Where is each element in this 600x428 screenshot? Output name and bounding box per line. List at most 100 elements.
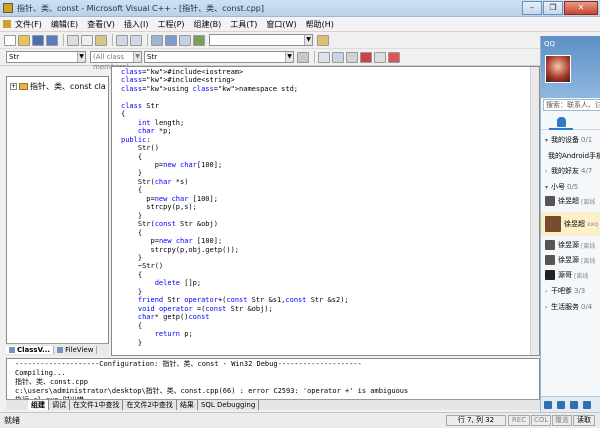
restore-button[interactable]: ❐ [543,1,563,15]
contacts-icon[interactable] [557,117,566,127]
source-code[interactable]: class="kw">#include<iostream> class="kw"… [112,67,539,347]
qq-panel: QQ 搜索：联系人、讨论组 ▾我的设备0/1 我的Android手机 ›我的好友… [540,36,600,412]
members-combo[interactable]: (All class members)▼ [90,51,142,71]
toolbar-divider [314,51,315,63]
output-icon[interactable] [165,34,177,46]
open-folder-icon[interactable] [18,34,30,46]
find-combo[interactable]: ▼ [209,34,313,46]
tab-build[interactable]: 组建 [28,400,49,410]
windows-icon[interactable] [179,34,191,46]
avatar [545,270,555,280]
folder-icon[interactable] [583,400,591,409]
menu-tools[interactable]: 工具(T) [230,19,257,30]
paste-icon[interactable] [95,34,107,46]
contact-row[interactable]: 徐昱超 [离线 [541,196,600,206]
chevron-down-icon[interactable]: ▼ [77,52,85,62]
new-file-icon[interactable] [4,34,16,46]
toolbar-divider [147,34,148,46]
menu-insert[interactable]: 插入(I) [124,19,149,30]
group-label: 我的设备 [551,136,579,144]
group-third[interactable]: › 干吧爹 3/3 [541,286,600,296]
gear-icon[interactable] [557,400,565,409]
avatar[interactable] [545,55,571,83]
group-label: 生活服务 [551,303,579,311]
standard-toolbar: ▼ [0,32,540,49]
breakpoint-icon[interactable] [388,51,400,63]
go-icon[interactable] [374,51,386,63]
minimize-button[interactable]: – [522,1,542,15]
contact-status: xxq [587,220,598,228]
chevron-down-icon[interactable]: ▼ [285,52,293,62]
contact-row[interactable]: 徐昱源 [离线 [541,240,600,250]
stop-build-icon[interactable] [346,51,358,63]
save-all-icon[interactable] [46,34,58,46]
group-count: 0/4 [581,303,593,311]
group-life-services[interactable]: › 生活服务 0/4 [541,302,600,312]
chevron-down-icon[interactable]: ▼ [133,52,141,62]
expand-icon[interactable]: + [10,83,17,90]
compile-icon[interactable] [318,51,330,63]
menu-icon[interactable] [544,400,552,409]
build-icon[interactable] [332,51,344,63]
avatar [545,240,555,250]
tab-debug[interactable]: 调试 [49,400,70,410]
group-count: 3/3 [574,287,586,295]
menu-window[interactable]: 窗口(W) [266,19,296,30]
cut-icon[interactable] [67,34,79,46]
wizard-action-icon[interactable] [297,51,309,63]
menu-view[interactable]: 查看(V) [87,19,115,30]
contact-name: 徐昱超 [558,197,579,205]
document-icon [3,20,11,28]
class-tree-root[interactable]: + 指针、类、const cla [10,81,106,92]
redo-icon[interactable] [130,34,142,46]
toolbar-divider [112,34,113,46]
class-combo[interactable]: Str ▼ [6,51,86,63]
workspace-icon[interactable] [151,34,163,46]
contact-status: [离线 [581,257,596,265]
contact-row-selected[interactable]: 徐昱超 xxq [541,212,600,236]
message-icon[interactable] [570,400,578,409]
function-combo[interactable]: Str ▼ [144,51,294,63]
qq-logo: QQ [544,40,556,48]
output-pane: --------------------Configuration: 指针、类、… [6,358,540,401]
contact-row[interactable]: 源哥 [离线 [541,270,600,280]
contact-name: 徐昱超 [564,220,585,228]
menu-edit[interactable]: 编辑(E) [51,19,78,30]
tab-classview[interactable]: ClassV... [6,346,55,354]
group-alt-accounts[interactable]: ▾ 小号 0/5 [541,182,600,192]
workspace-pane: + 指针、类、const cla [6,76,109,356]
undo-icon[interactable] [116,34,128,46]
group-my-friends[interactable]: › 我的好友 4/7 [541,166,600,176]
cursor-position: 行 7, 列 32 [446,415,506,426]
execute-icon[interactable] [360,51,372,63]
group-my-devices[interactable]: ▾ 我的设备 0/1 [541,135,600,145]
window-title: 指针、类、const - Microsoft Visual C++ - [指针、… [17,3,264,13]
menu-build[interactable]: 组建(B) [194,19,222,30]
col-indicator: COL [531,415,551,426]
chevron-down-icon[interactable]: ▼ [304,35,312,45]
tab-fileview[interactable]: FileView [54,346,98,354]
contact-row[interactable]: 徐昱源 [离线 [541,255,600,265]
tab-fileview-label: FileView [65,346,94,354]
menu-project[interactable]: 工程(P) [157,19,184,30]
tab-sql-debugging[interactable]: SQL Debugging [198,400,260,410]
menu-file[interactable]: 文件(F) [15,19,42,30]
qq-search-input[interactable]: 搜索：联系人、讨论组 [543,99,600,111]
copy-icon[interactable] [81,34,93,46]
find-icon[interactable] [317,34,329,46]
status-ready: 就绪 [4,416,20,425]
tab-find-in-files-1[interactable]: 在文件1中查找 [70,400,124,410]
save-icon[interactable] [32,34,44,46]
editor-scrollbar[interactable] [530,67,539,355]
device-android[interactable]: 我的Android手机 [541,151,600,161]
title-bar[interactable]: 指针、类、const - Microsoft Visual C++ - [指针、… [0,0,600,17]
find-in-files-icon[interactable] [193,34,205,46]
tab-results[interactable]: 结果 [177,400,198,410]
contact-status: [离线 [574,272,589,280]
menu-help[interactable]: 帮助(H) [306,19,334,30]
tab-find-in-files-2[interactable]: 在文件2中查找 [123,400,177,410]
code-editor[interactable]: class="kw">#include<iostream> class="kw"… [111,66,540,356]
close-button[interactable]: ✕ [564,1,598,15]
contact-name: 徐昱源 [558,241,579,249]
build-output[interactable]: --------------------Configuration: 指针、类、… [7,359,539,400]
